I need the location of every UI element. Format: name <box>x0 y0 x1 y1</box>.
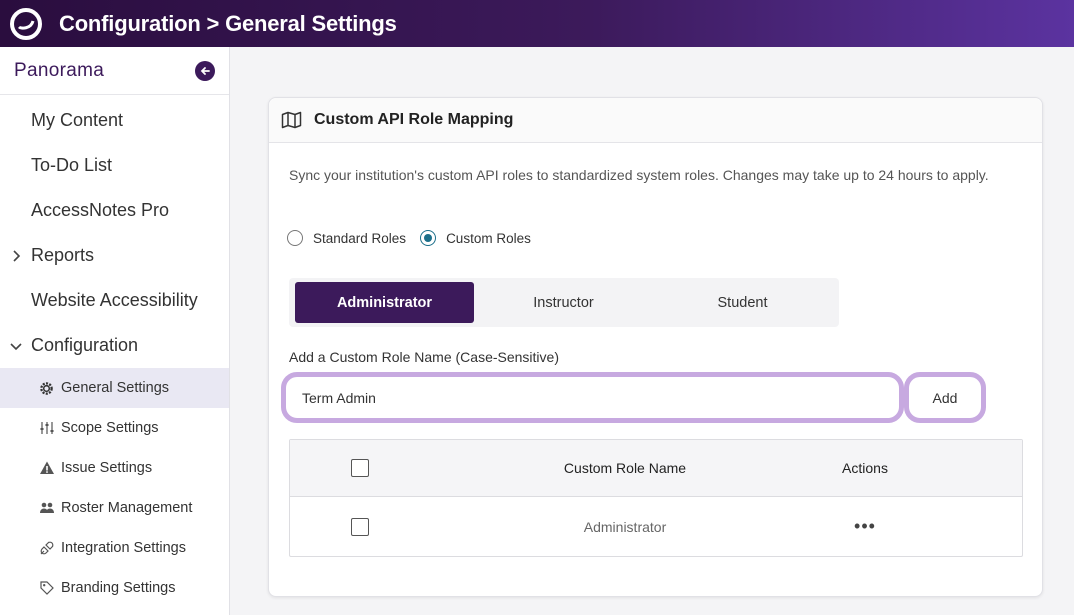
card-title: Custom API Role Mapping <box>314 111 514 128</box>
custom-role-name-input[interactable] <box>302 389 899 406</box>
sidebar-header: Panorama <box>0 47 229 95</box>
gear-icon <box>38 380 55 397</box>
page-title: Configuration > General Settings <box>59 10 397 36</box>
custom-role-input-wrapper <box>281 372 904 423</box>
role-name-cell: Administrator <box>583 518 667 535</box>
top-bar: Configuration > General Settings <box>0 0 1074 47</box>
sidebar-item-label: Reports <box>31 245 95 265</box>
sidebar-item-configuration[interactable]: Configuration <box>0 323 229 368</box>
sidebar-item-label: Website Accessibility <box>31 290 198 310</box>
tag-icon <box>38 580 55 597</box>
custom-roles-label[interactable]: Custom Roles <box>446 231 531 246</box>
sidebar-item-label: AccessNotes Pro <box>31 200 170 220</box>
table-header: Custom Role Name Actions <box>290 440 1022 497</box>
chevron-down-icon <box>8 338 24 354</box>
sidebar-item-roster-management[interactable]: Roster Management <box>0 488 229 528</box>
custom-role-name-label: Add a Custom Role Name (Case-Sensitive) <box>289 349 559 365</box>
tab-student[interactable]: Student <box>653 282 832 323</box>
sidebar-item-label: Roster Management <box>61 500 193 516</box>
more-actions-cell: ••• <box>820 516 910 536</box>
row-select-cell <box>290 517 430 536</box>
card-description: Sync your institution's custom API roles… <box>289 167 989 183</box>
sidebar-item-issue-settings[interactable]: Issue Settings <box>0 448 229 488</box>
sidebar-item-my-content[interactable]: My Content <box>0 98 229 143</box>
sidebar-item-label: My Content <box>31 110 124 130</box>
column-header-actions: Actions <box>842 460 888 476</box>
sidebar-item-label: Integration Settings <box>61 540 186 556</box>
standard-roles-radio[interactable] <box>287 230 303 246</box>
tab-instructor[interactable]: Instructor <box>474 282 653 323</box>
sidebar-item-label: General Settings <box>61 380 170 396</box>
chevron-right-icon <box>8 248 24 264</box>
sidebar-item-branding-settings[interactable]: Branding Settings <box>0 568 229 608</box>
users-icon <box>38 500 55 517</box>
brand-name: Panorama <box>14 59 105 81</box>
sidebar-item-label: Branding Settings <box>61 580 176 596</box>
column-header-custom-role-name: Custom Role Name <box>563 460 687 476</box>
sidebar-item-label: Issue Settings <box>61 460 153 476</box>
arrow-left-circle-icon[interactable] <box>195 60 215 81</box>
logo-icon[interactable] <box>9 7 43 41</box>
sidebar-item-reports[interactable]: Reports <box>0 233 229 278</box>
row-checkbox[interactable] <box>351 517 369 536</box>
role-tabs: Administrator Instructor Student <box>289 278 839 327</box>
sidebar-item-label: To-Do List <box>31 155 113 175</box>
card-header: Custom API Role Mapping <box>269 98 1042 143</box>
sliders-icon <box>38 420 55 437</box>
map-icon <box>281 110 303 130</box>
custom-roles-radio[interactable] <box>420 230 437 246</box>
standard-roles-label[interactable]: Standard Roles <box>313 231 406 246</box>
select-all-cell <box>290 459 430 477</box>
role-type-radio-group: Standard Roles Custom Roles <box>287 230 545 246</box>
sidebar-item-label: Scope Settings <box>61 420 159 436</box>
warning-icon <box>38 460 55 477</box>
sidebar-item-label: Configuration <box>31 335 139 355</box>
tab-administrator[interactable]: Administrator <box>295 282 474 323</box>
sidebar-item-website-accessibility[interactable]: Website Accessibility <box>0 278 229 323</box>
sidebar-item-todo-list[interactable]: To-Do List <box>0 143 229 188</box>
select-all-checkbox[interactable] <box>351 459 369 477</box>
sidebar-item-scope-settings[interactable]: Scope Settings <box>0 408 229 448</box>
sidebar: Panorama My Content To-Do List AccessNot… <box>0 47 230 615</box>
sidebar-item-general-settings[interactable]: General Settings <box>0 368 229 408</box>
custom-roles-table: Custom Role Name Actions Administrator •… <box>289 439 1023 557</box>
custom-api-role-mapping-card: Custom API Role Mapping Sync your instit… <box>268 97 1043 597</box>
add-button[interactable]: Add <box>904 372 986 423</box>
sidebar-item-integration-settings[interactable]: Integration Settings <box>0 528 229 568</box>
table-row: Administrator ••• <box>290 497 1022 556</box>
sidebar-item-accessnotes-pro[interactable]: AccessNotes Pro <box>0 188 229 233</box>
more-actions-icon[interactable]: ••• <box>854 516 876 536</box>
plug-icon <box>38 540 55 557</box>
